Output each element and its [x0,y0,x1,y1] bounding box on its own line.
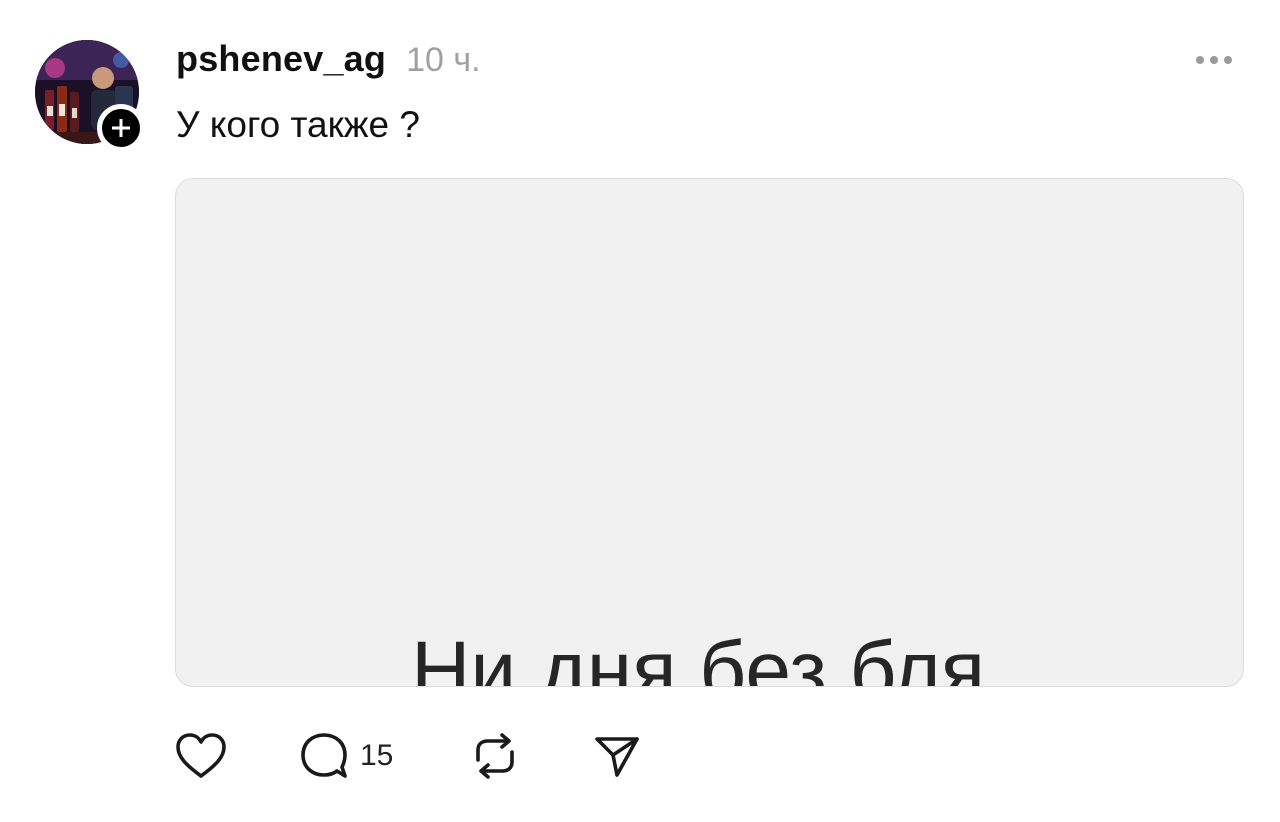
comment-icon [301,733,347,778]
comment-count: 15 [360,739,394,772]
image-text: Ни дня без бля. [411,625,1008,687]
repost-icon [476,733,514,779]
post-image[interactable]: Ни дня без бля. [175,178,1244,687]
send-icon [595,737,639,777]
post-timestamp[interactable]: 10 ч. [406,41,480,80]
more-icon [1196,56,1204,64]
plus-icon [112,119,130,137]
more-options-button[interactable] [1186,48,1242,72]
comment-button[interactable]: 15 [298,728,393,784]
repost-button[interactable] [470,728,520,784]
like-button[interactable] [174,728,228,784]
post-caption: У кого также ? [176,104,420,145]
follow-button[interactable] [97,104,145,152]
heart-icon [176,733,226,778]
more-icon-dot [1210,56,1218,64]
more-icon-dot [1224,56,1232,64]
thread-post: pshenev_ag 10 ч. У кого также ? Ни дня б… [0,0,1280,822]
post-header: pshenev_ag 10 ч. [176,38,481,86]
share-button[interactable] [592,728,642,784]
avatar-container[interactable] [35,40,145,152]
action-bar: 15 [174,728,674,784]
username-link[interactable]: pshenev_ag [176,38,386,80]
